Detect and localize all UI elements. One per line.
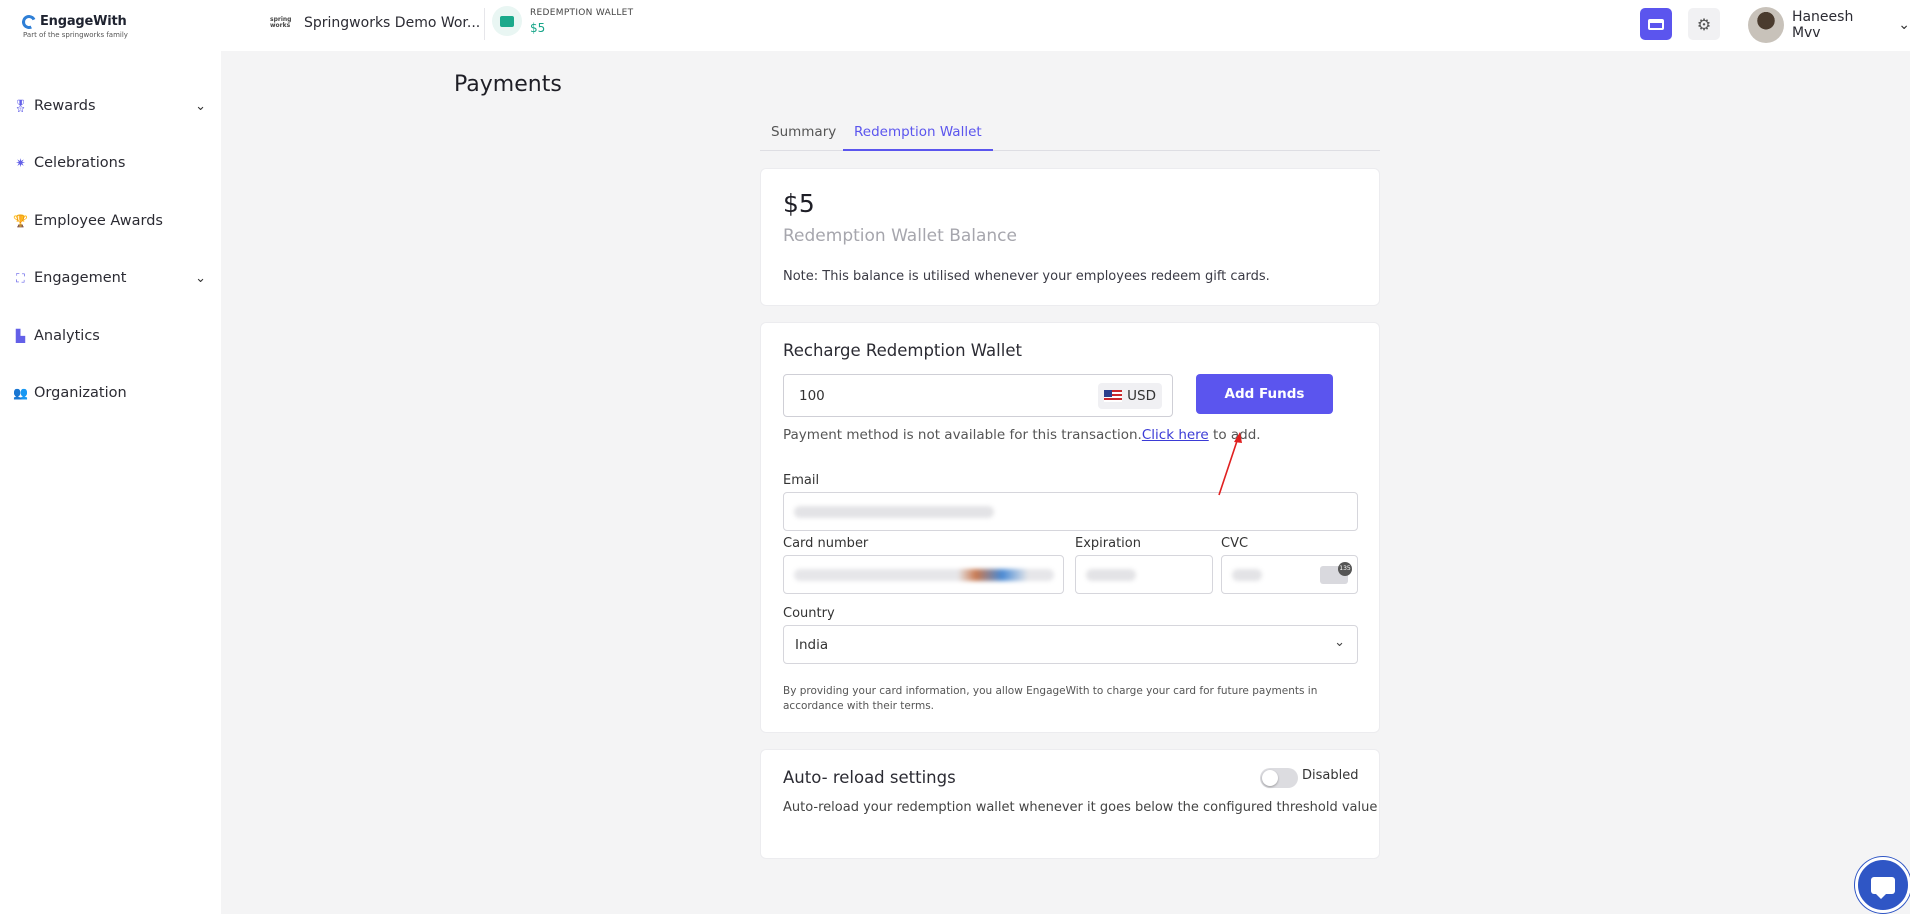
- cvc-field[interactable]: [1221, 555, 1358, 594]
- tab-summary[interactable]: Summary: [760, 124, 847, 151]
- payment-note-text: Payment method is not available for this…: [783, 427, 1142, 443]
- auto-reload-title: Auto- reload settings: [783, 768, 956, 787]
- sidebar-item-label: Organization: [34, 385, 127, 401]
- sidebar-item-label: Employee Awards: [34, 213, 163, 229]
- sidebar-item-organization[interactable]: 👥 Organization: [13, 381, 206, 405]
- redemption-wallet-widget[interactable]: REDEMPTION WALLET $5: [492, 6, 633, 36]
- card-number-label: Card number: [783, 536, 869, 551]
- settings-button[interactable]: ⚙: [1688, 8, 1720, 40]
- recharge-card: Recharge Redemption Wallet 100 USD Add F…: [760, 322, 1380, 733]
- country-label: Country: [783, 606, 835, 621]
- auto-reload-description: Auto-reload your redemption wallet whene…: [783, 800, 1378, 815]
- wallet-amount: $5: [530, 20, 546, 35]
- currency-selector[interactable]: USD: [1098, 383, 1162, 409]
- wallet-icon: [492, 6, 522, 36]
- payment-method-note: Payment method is not available for this…: [783, 427, 1261, 443]
- card-terms-text: By providing your card information, you …: [783, 685, 1318, 712]
- auto-reload-card: Auto- reload settings Disabled Auto-relo…: [760, 749, 1380, 859]
- add-payment-link[interactable]: Click here: [1142, 427, 1209, 443]
- toggle-knob: [1262, 770, 1278, 786]
- add-funds-button[interactable]: Add Funds: [1196, 374, 1333, 414]
- email-field[interactable]: [783, 492, 1358, 531]
- sidebar-item-label: Rewards: [34, 98, 96, 114]
- sidebar-item-engagement[interactable]: ⛶ Engagement ⌄: [14, 266, 206, 290]
- sidebar-item-celebrations[interactable]: ✷ Celebrations: [14, 151, 206, 175]
- workspace-name: Springworks Demo Wor...: [304, 15, 481, 31]
- chevron-down-icon[interactable]: ⌄: [195, 99, 206, 114]
- annotation-arrow: [1218, 432, 1242, 496]
- us-flag-icon: [1104, 390, 1123, 402]
- tab-bar: Summary Redemption Wallet: [760, 120, 1380, 151]
- currency-code: USD: [1127, 388, 1156, 404]
- sidebar-item-label: Celebrations: [34, 155, 126, 171]
- brand-name: EngageWith: [40, 14, 127, 29]
- chevron-down-icon[interactable]: ⌄: [195, 271, 206, 286]
- workspace-switcher[interactable]: spring works Springworks Demo Wor...: [270, 15, 480, 31]
- sidebar-item-label: Engagement: [34, 270, 127, 286]
- tab-redemption-wallet[interactable]: Redemption Wallet: [843, 124, 993, 151]
- gear-icon: ⚙: [1696, 14, 1712, 34]
- sidebar-item-employee-awards[interactable]: 🏆 Employee Awards: [13, 209, 206, 233]
- sidebar-item-rewards[interactable]: 🎖 Rewards ⌄: [12, 94, 206, 118]
- party-popper-icon: ✷: [15, 156, 26, 170]
- sidebar-item-label: Analytics: [34, 328, 100, 344]
- chat-support-button[interactable]: [1855, 857, 1910, 913]
- card-number-field[interactable]: [783, 555, 1064, 594]
- sidebar-item-analytics[interactable]: ▙ Analytics: [14, 324, 206, 348]
- engagewith-logo-icon: [20, 12, 38, 31]
- workspace-logo: spring works: [270, 16, 292, 29]
- top-bar: EngageWith Part of the springworks famil…: [0, 0, 1910, 51]
- wallet-label: REDEMPTION WALLET: [530, 7, 634, 18]
- sidebar: 🎖 Rewards ⌄ ✷ Celebrations 🏆 Employee Aw…: [0, 51, 221, 914]
- chevron-down-icon: ⌄: [1334, 635, 1345, 650]
- user-menu[interactable]: Haneesh Mvv ⌄: [1748, 7, 1910, 43]
- blurred-cvc: [1232, 569, 1262, 581]
- chevron-down-icon: ⌄: [1898, 17, 1910, 33]
- user-name: Haneesh Mvv: [1791, 9, 1854, 41]
- expiration-field[interactable]: [1075, 555, 1213, 594]
- credit-card-icon: [1648, 18, 1664, 30]
- cvc-label: CVC: [1221, 536, 1249, 551]
- cvc-card-icon: [1320, 562, 1352, 584]
- amount-input[interactable]: 100 USD: [783, 374, 1173, 417]
- page-title: Payments: [454, 72, 562, 97]
- medal-icon: 🎖: [12, 99, 29, 113]
- brand-logo[interactable]: EngageWith Part of the springworks famil…: [20, 12, 128, 39]
- brand-tagline: Part of the springworks family: [23, 31, 128, 39]
- balance-note: Note: This balance is utilised whenever …: [783, 269, 1270, 284]
- chat-icon: [1871, 876, 1895, 899]
- flow-icon: ⛶: [16, 270, 25, 285]
- blurred-expiration: [1086, 569, 1136, 581]
- country-value: India: [795, 637, 829, 653]
- header-divider: [484, 8, 485, 40]
- blurred-email: [794, 506, 994, 518]
- people-icon: 👥: [13, 386, 28, 400]
- expiration-label: Expiration: [1075, 536, 1141, 551]
- auto-reload-toggle[interactable]: [1260, 768, 1298, 788]
- blurred-card-number: [794, 569, 1054, 581]
- email-label: Email: [783, 473, 820, 488]
- auto-reload-status: Disabled: [1302, 768, 1359, 783]
- balance-amount: $5: [783, 189, 815, 218]
- bar-chart-icon: ▙: [15, 329, 26, 343]
- balance-card: $5 Redemption Wallet Balance Note: This …: [760, 168, 1380, 306]
- balance-label: Redemption Wallet Balance: [783, 226, 1017, 246]
- amount-value: 100: [799, 388, 825, 404]
- avatar: [1748, 7, 1784, 43]
- recharge-title: Recharge Redemption Wallet: [783, 341, 1022, 360]
- payments-button[interactable]: [1640, 8, 1672, 40]
- trophy-icon: 🏆: [13, 214, 28, 228]
- country-select[interactable]: India ⌄: [783, 625, 1358, 664]
